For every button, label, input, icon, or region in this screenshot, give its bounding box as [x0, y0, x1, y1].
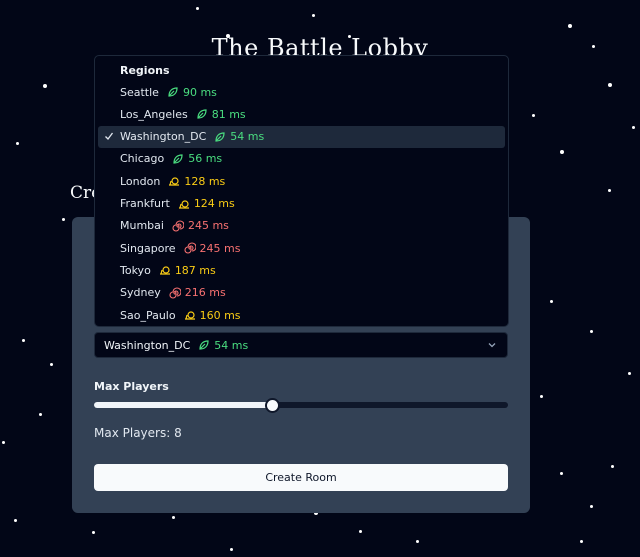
- max-players-label: Max Players: [94, 380, 169, 393]
- star: [230, 548, 233, 551]
- region-option-ping: 216 ms: [169, 286, 226, 299]
- region-option-ping: 245 ms: [172, 219, 229, 232]
- region-option-name: Sydney: [120, 286, 161, 300]
- star: [14, 519, 17, 522]
- region-option[interactable]: Sao_Paulo 160 ms: [98, 304, 505, 326]
- region-option[interactable]: Washington_DC 54 ms: [98, 125, 505, 148]
- max-players-value: Max Players: 8: [94, 426, 182, 440]
- star: [92, 531, 95, 534]
- selected-region-name: Washington_DC: [104, 338, 191, 352]
- region-option-name: Sao_Paulo: [120, 308, 176, 322]
- star: [540, 395, 543, 398]
- region-option[interactable]: Chicago 56 ms: [98, 148, 505, 170]
- region-option-name: Washington_DC: [120, 130, 207, 144]
- region-option-ping: 124 ms: [178, 197, 235, 210]
- snail-icon: [159, 264, 175, 276]
- check-icon: [104, 131, 114, 144]
- region-option-ping-value: 81 ms: [211, 107, 246, 121]
- region-option[interactable]: Seattle 90 ms: [98, 81, 505, 103]
- chevron-down-icon: [487, 340, 497, 353]
- region-option-name: Mumbai: [120, 219, 164, 233]
- star: [39, 413, 42, 416]
- spiral-icon: [183, 242, 200, 254]
- region-option-ping-value: 245 ms: [187, 219, 229, 233]
- star: [580, 540, 583, 543]
- spiral-icon: [172, 220, 188, 232]
- region-option-name: London: [120, 174, 161, 188]
- star: [560, 472, 563, 475]
- slider-thumb[interactable]: [265, 398, 281, 413]
- selected-region-ping: 54 ms: [198, 339, 248, 352]
- create-room-button[interactable]: Create Room: [94, 464, 508, 491]
- region-option[interactable]: London 128 ms: [98, 170, 505, 192]
- region-option-ping-value: 245 ms: [199, 241, 241, 255]
- star: [568, 24, 572, 28]
- region-option-ping: 128 ms: [168, 175, 225, 188]
- star: [550, 300, 553, 303]
- leaf-icon: [172, 153, 188, 165]
- star: [50, 363, 53, 366]
- selected-region-ping-value: 54 ms: [214, 338, 249, 352]
- star: [632, 126, 635, 129]
- region-option-ping: 56 ms: [172, 152, 222, 165]
- region-option-name: Tokyo: [120, 263, 151, 277]
- region-option-ping: 81 ms: [196, 108, 246, 121]
- max-players-slider[interactable]: [94, 398, 508, 413]
- region-option[interactable]: Singapore 245 ms: [98, 237, 505, 259]
- snail-icon: [168, 175, 184, 187]
- snail-icon: [178, 198, 194, 210]
- star: [416, 540, 419, 543]
- region-option-ping: 187 ms: [159, 264, 216, 277]
- star: [312, 14, 315, 17]
- star: [2, 441, 5, 444]
- leaf-icon: [167, 86, 183, 98]
- star: [611, 465, 614, 468]
- leaf-icon: [214, 131, 230, 143]
- spiral-icon: [169, 287, 185, 299]
- star: [608, 189, 611, 192]
- region-option-ping: 245 ms: [183, 241, 241, 255]
- snail-icon: [184, 309, 200, 321]
- star: [532, 114, 535, 117]
- region-option[interactable]: Tokyo 187 ms: [98, 259, 505, 281]
- star: [608, 83, 612, 87]
- star: [590, 330, 593, 333]
- star: [359, 530, 362, 533]
- region-option-ping-value: 90 ms: [182, 85, 217, 99]
- region-option-name: Singapore: [120, 241, 176, 255]
- star: [560, 150, 564, 154]
- region-option-ping-value: 216 ms: [184, 286, 226, 300]
- region-option-ping-value: 128 ms: [184, 174, 226, 188]
- star: [22, 339, 25, 342]
- regions-label: Regions: [120, 64, 170, 77]
- region-option[interactable]: Mumbai 245 ms: [98, 215, 505, 237]
- slider-fill: [94, 402, 273, 408]
- leaf-icon: [196, 108, 212, 120]
- region-option-ping: 54 ms: [214, 130, 264, 143]
- region-option-name: Frankfurt: [120, 197, 170, 210]
- region-option-name: Los_Angeles: [120, 107, 188, 121]
- star: [628, 372, 631, 375]
- star: [43, 84, 47, 88]
- region-option-ping-value: 56 ms: [188, 152, 223, 166]
- region-option-ping: 90 ms: [167, 86, 217, 99]
- region-select[interactable]: Washington_DC 54 ms: [94, 332, 508, 358]
- region-option[interactable]: Sydney 216 ms: [98, 282, 505, 304]
- region-option-ping-value: 124 ms: [193, 197, 235, 210]
- leaf-icon: [198, 339, 214, 351]
- region-option-name: Chicago: [120, 152, 165, 166]
- region-option[interactable]: Los_Angeles 81 ms: [98, 103, 505, 125]
- region-option-ping-value: 187 ms: [174, 263, 216, 277]
- star: [62, 218, 65, 221]
- region-option-ping-value: 54 ms: [230, 130, 265, 144]
- star: [172, 516, 175, 519]
- region-option[interactable]: Frankfurt 124 ms: [98, 193, 505, 215]
- region-option-name: Seattle: [120, 85, 159, 99]
- region-option-ping: 160 ms: [184, 309, 241, 322]
- star: [16, 142, 19, 145]
- region-dropdown: Regions Seattle 90 ms Los_Angeles 81 ms Wash…: [94, 55, 509, 327]
- star: [590, 505, 593, 508]
- region-option-ping-value: 160 ms: [199, 308, 241, 322]
- star: [196, 7, 199, 10]
